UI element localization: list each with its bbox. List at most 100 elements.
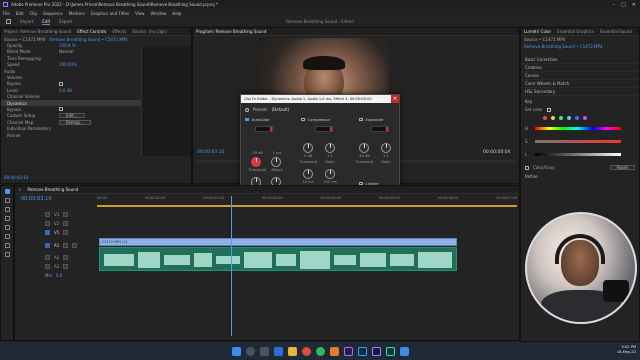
luminance-slider[interactable] <box>535 153 621 156</box>
track-target-icon[interactable] <box>45 230 50 235</box>
track-eye-icon[interactable] <box>63 212 69 217</box>
premiere-pro-icon[interactable] <box>343 346 353 356</box>
swatch-blue[interactable] <box>575 116 579 120</box>
refine-label[interactable]: Refine <box>525 174 635 179</box>
windows-start-icon[interactable] <box>231 346 241 356</box>
whatsapp-icon[interactable] <box>315 346 325 356</box>
widgets-icon[interactable] <box>273 346 283 356</box>
track-select-tool-icon[interactable] <box>4 198 10 203</box>
exp-threshold-knob[interactable] <box>359 143 369 153</box>
compressor-checkbox[interactable] <box>301 117 305 122</box>
chrome-icon[interactable] <box>301 346 311 356</box>
track-eye-icon[interactable] <box>63 221 69 226</box>
menu-markers[interactable]: Markers <box>69 11 85 16</box>
section-basic-correction[interactable]: Basic Correction <box>521 56 639 64</box>
color-gray-checkbox[interactable] <box>525 165 529 170</box>
menu-window[interactable]: Window <box>151 11 167 16</box>
maximize-icon[interactable]: □ <box>621 2 626 8</box>
mute-icon[interactable] <box>63 242 69 248</box>
tab-edit[interactable]: Edit <box>42 19 51 25</box>
reset-button[interactable]: Reset <box>609 165 635 170</box>
tab-essential-graphics[interactable]: Essential Graphics <box>557 29 594 34</box>
ripple-edit-tool-icon[interactable] <box>4 207 10 212</box>
system-clock[interactable]: 9:02 PM 18-May-22 <box>617 345 636 355</box>
comp-ratio-knob[interactable] <box>325 143 335 153</box>
track-lock-icon[interactable] <box>45 255 50 260</box>
file-explorer-icon[interactable] <box>287 346 297 356</box>
edit-button[interactable]: Edit... <box>59 113 85 119</box>
tab-essential-sound[interactable]: Essential Sound <box>600 29 632 34</box>
after-effects-icon[interactable] <box>371 346 381 356</box>
sequence-label[interactable]: Remove Breathing Sound • C1472.MP4 <box>49 37 127 42</box>
selection-tool-icon[interactable] <box>4 189 10 194</box>
comp-attack-knob[interactable] <box>303 169 313 179</box>
menu-clip[interactable]: Clip <box>29 11 37 16</box>
power-icon[interactable] <box>245 107 249 112</box>
autogate-checkbox[interactable] <box>245 117 249 122</box>
timeline-close-icon[interactable]: × <box>18 187 21 192</box>
tab-program[interactable]: Program: Remove Breathing Sound <box>196 29 266 34</box>
effect-mini-timeline[interactable] <box>141 46 191 156</box>
minimize-icon[interactable]: – <box>613 2 616 8</box>
section-color-wheels[interactable]: Color Wheels & Match <box>521 80 639 88</box>
remap-button[interactable]: Remap... <box>59 119 91 125</box>
track-lock-icon[interactable] <box>45 264 50 269</box>
comp-threshold-knob[interactable] <box>303 143 313 153</box>
tab-export[interactable]: Export <box>59 19 72 24</box>
tab-project[interactable]: Project: Remove Breathing Sound <box>4 29 71 34</box>
swatch-magenta[interactable] <box>583 116 587 120</box>
effect-row-panner[interactable]: Panner <box>1 132 141 138</box>
search-icon[interactable] <box>245 346 255 356</box>
section-curves[interactable]: Curves <box>521 72 639 80</box>
menu-edit[interactable]: Edit <box>16 11 24 16</box>
section-hsl-secondary[interactable]: HSL Secondary <box>521 88 639 96</box>
effect-controls-timecode[interactable]: 00:00:03:10 <box>4 175 28 180</box>
razor-tool-icon[interactable] <box>4 216 10 221</box>
bypass-2-checkbox[interactable] <box>59 107 63 112</box>
tab-lumetri-color[interactable]: Lumetri Color <box>524 29 551 34</box>
media-icon[interactable] <box>329 346 339 356</box>
playhead[interactable] <box>231 196 232 336</box>
menu-sequence[interactable]: Sequence <box>43 11 63 16</box>
bypass-checkbox[interactable] <box>59 81 63 86</box>
track-lock-icon[interactable] <box>45 221 50 226</box>
menu-file[interactable]: File <box>3 11 10 16</box>
section-creative[interactable]: Creative <box>521 64 639 72</box>
gate-attack-knob[interactable] <box>271 157 281 167</box>
hand-tool-icon[interactable] <box>4 243 10 248</box>
comp-release-knob[interactable] <box>325 169 335 179</box>
swatch-cyan[interactable] <box>567 116 571 120</box>
tab-effects[interactable]: Effects <box>113 29 127 34</box>
tab-timeline[interactable]: Remove Breathing Sound <box>27 187 78 192</box>
program-timecode-left[interactable]: 00:00:03:10 <box>197 150 224 155</box>
audio-clip[interactable] <box>99 247 457 271</box>
track-target-icon[interactable] <box>45 242 50 248</box>
timeline-timecode[interactable]: 00:00:03:10 <box>21 196 52 202</box>
work-area-bar[interactable] <box>97 205 517 207</box>
tab-source[interactable]: Source: (no clips) <box>132 29 167 34</box>
close-icon[interactable]: ✕ <box>632 2 636 8</box>
lumetri-sequence-label[interactable]: Remove Breathing Sound • C1472.MP4 <box>524 44 602 49</box>
menu-graphics[interactable]: Graphics and Titles <box>91 11 129 16</box>
swatch-green[interactable] <box>559 116 563 120</box>
app-icon[interactable] <box>399 346 409 356</box>
hue-slider[interactable] <box>535 127 621 130</box>
gate-threshold-knob[interactable] <box>251 157 261 167</box>
home-icon[interactable] <box>6 19 11 24</box>
track-lock-icon[interactable] <box>45 212 50 217</box>
swatch-red[interactable] <box>543 116 547 120</box>
photoshop-icon[interactable] <box>357 346 367 356</box>
slip-tool-icon[interactable] <box>4 225 10 230</box>
task-view-icon[interactable] <box>259 346 269 356</box>
menu-view[interactable]: View <box>135 11 145 16</box>
saturation-slider[interactable] <box>535 140 621 143</box>
expander-checkbox[interactable] <box>359 117 363 122</box>
dialog-close-button[interactable]: ✕ <box>391 95 399 103</box>
exp-ratio-knob[interactable] <box>381 143 391 153</box>
preset-select[interactable]: (Default) <box>272 107 290 112</box>
video-clip[interactable]: C1472.MP4 [V] <box>99 238 457 246</box>
track-eye-icon[interactable] <box>63 230 69 235</box>
menu-help[interactable]: Help <box>172 11 181 16</box>
tab-import[interactable]: Import <box>20 19 33 24</box>
tab-effect-controls[interactable]: Effect Controls <box>77 29 106 34</box>
